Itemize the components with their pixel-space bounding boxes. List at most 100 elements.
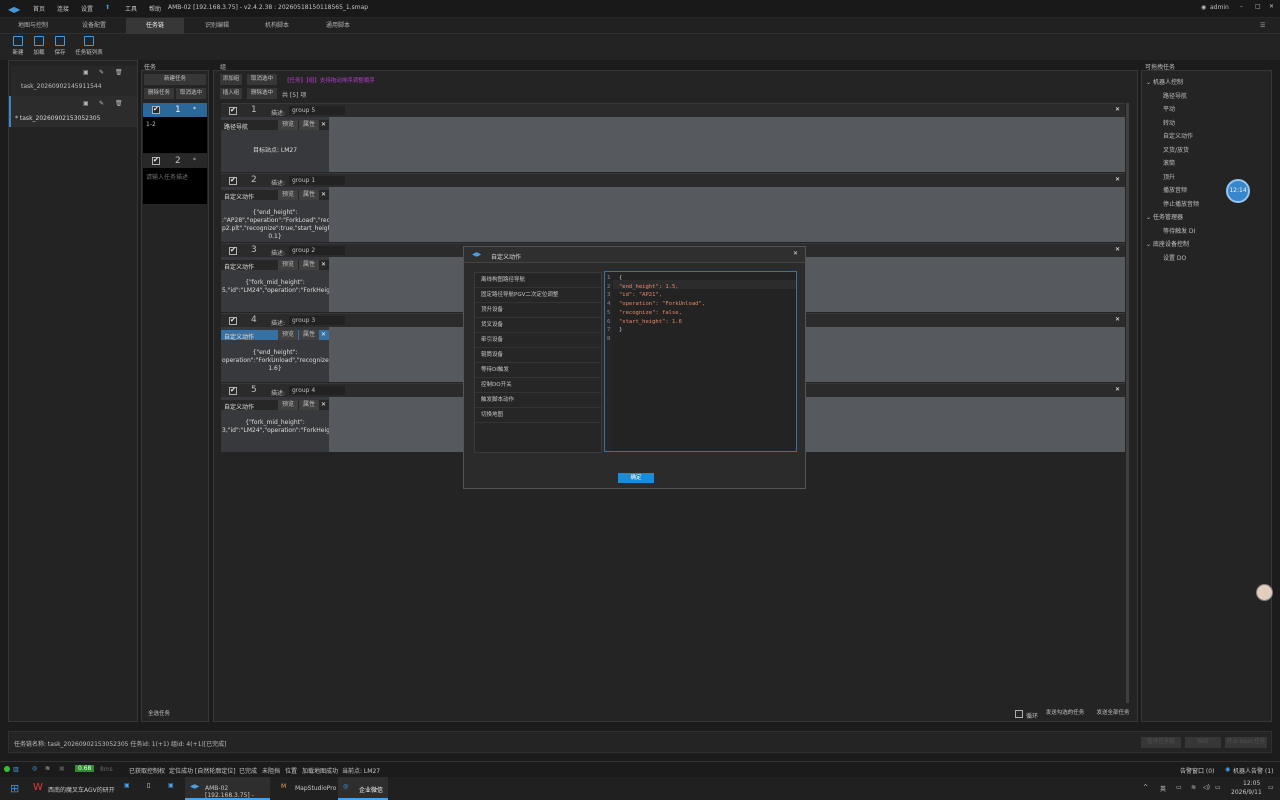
action-card[interactable]: 路径导航 预览 属性 ✕ 目标站点: LM27: [221, 117, 329, 172]
action-type-item[interactable]: 等待DI触发: [475, 363, 601, 378]
taskbar-app-wps[interactable]: 西南的魔叉车AGV的研开: [48, 785, 115, 794]
tree-section[interactable]: ⌄ 任务管理器: [1146, 212, 1183, 221]
group-checkbox[interactable]: [229, 176, 237, 185]
group-desc-input[interactable]: group 3: [289, 316, 345, 325]
wifi-tray-icon[interactable]: ≋: [1191, 784, 1196, 791]
draggable-task-item[interactable]: 播放音频: [1163, 185, 1187, 194]
draggable-task-item[interactable]: 自定义动作: [1163, 131, 1193, 140]
action-type-item[interactable]: 固定路径导航PGV二次定位调整: [475, 288, 601, 303]
preview-button[interactable]: 预览: [278, 330, 298, 340]
group-desc-input[interactable]: group 4: [289, 386, 345, 395]
export-icon[interactable]: ▣: [83, 69, 89, 76]
file-icon[interactable]: ▯: [147, 782, 150, 789]
dialog-close-icon[interactable]: ✕: [793, 250, 798, 257]
groups-scrollbar[interactable]: [1126, 103, 1129, 703]
group-header[interactable]: 2 描述:group 1 ✕: [221, 173, 1125, 187]
attributes-button[interactable]: 属性: [299, 260, 319, 270]
robot-alarm-button[interactable]: 机器人告警 (1): [1233, 766, 1273, 775]
select-all-tasks-button[interactable]: 全选任务: [144, 709, 174, 720]
windows-start-icon[interactable]: ⊞: [10, 782, 19, 795]
action-type-item[interactable]: 离线构图路径导航: [475, 273, 601, 288]
card-close-icon[interactable]: ✕: [321, 121, 326, 128]
tab-mechanism-script[interactable]: 机构脚本: [252, 18, 302, 34]
menu-settings[interactable]: 设置: [81, 4, 93, 13]
close-icon[interactable]: ✕: [1269, 3, 1274, 10]
cancel-select-group-button[interactable]: 取消选中: [247, 74, 277, 85]
draggable-task-item[interactable]: 停止播放音频: [1163, 199, 1199, 208]
edit-icon[interactable]: ✎: [99, 69, 104, 76]
menu-tools[interactable]: 工具: [125, 4, 137, 13]
menu-help[interactable]: 帮助: [149, 4, 161, 13]
action-type-item[interactable]: 牵引设备: [475, 333, 601, 348]
insert-group-button[interactable]: 插入组: [220, 88, 242, 99]
action-card[interactable]: 自定义动作 预览 属性 ✕ {"end_height": :"AP28","operat…: [221, 187, 329, 242]
load-button[interactable]: 加载: [29, 36, 49, 56]
action-type-item[interactable]: 触发脚本动作: [475, 393, 601, 408]
assistant-avatar[interactable]: [1256, 584, 1273, 601]
group-header[interactable]: 1 描述:group 5 ✕: [221, 103, 1125, 117]
card-close-icon[interactable]: ✕: [321, 401, 326, 408]
group-close-icon[interactable]: ✕: [1115, 246, 1120, 253]
group-checkbox[interactable]: [229, 106, 237, 115]
draggable-task-item[interactable]: 滚筒: [1163, 158, 1175, 167]
clock-date[interactable]: 2026/9/11: [1231, 789, 1262, 796]
task-card-1[interactable]: 1 * 1-2: [143, 103, 207, 153]
upload-icon[interactable]: ⬆: [105, 4, 110, 11]
card-close-icon[interactable]: ✕: [321, 331, 326, 338]
send-all-button[interactable]: 发送全部任务: [1092, 708, 1134, 719]
task-checkbox[interactable]: [152, 156, 160, 165]
task-chain-list-button[interactable]: 任务链列表: [73, 36, 105, 56]
group-close-icon[interactable]: ✕: [1115, 386, 1120, 393]
group-checkbox[interactable]: [229, 246, 237, 255]
action-type-item[interactable]: 辊筒设备: [475, 348, 601, 363]
action-card[interactable]: 自定义动作 预览 属性 ✕ {"fork_mid_height": 3,"id":"LM…: [221, 397, 329, 452]
user-name[interactable]: admin: [1210, 4, 1229, 11]
action-card[interactable]: 自定义动作 预览 属性 ✕ {"fork_mid_height": 5,"id":"LM…: [221, 257, 329, 312]
app-icon-1[interactable]: ▣: [124, 782, 130, 789]
cancel-select-button[interactable]: 取消选中: [176, 88, 206, 99]
task-description[interactable]: 1-2: [146, 121, 156, 128]
draggable-task-item[interactable]: 转动: [1163, 118, 1175, 127]
attributes-button[interactable]: 属性: [299, 330, 319, 340]
attributes-button[interactable]: 属性: [299, 400, 319, 410]
tab-map-control[interactable]: 地图与控制: [8, 18, 58, 34]
add-group-button[interactable]: 添加组: [220, 74, 242, 85]
card-close-icon[interactable]: ✕: [321, 261, 326, 268]
action-type-item[interactable]: 顶升设备: [475, 303, 601, 318]
action-card[interactable]: 自定义动作 预览 属性 ✕ {"end_height": operation":"For…: [221, 327, 329, 382]
tab-device-config[interactable]: 设备配置: [68, 18, 120, 34]
card-close-icon[interactable]: ✕: [321, 191, 326, 198]
loop-checkbox[interactable]: [1015, 710, 1023, 718]
tab-general-script[interactable]: 通用脚本: [312, 18, 364, 34]
tree-section[interactable]: ⌄ 底座设备控制: [1146, 239, 1189, 248]
continue-button[interactable]: 继续: [1185, 737, 1221, 748]
task-description[interactable]: 请输入任务描述: [146, 172, 188, 181]
save-button[interactable]: 保存: [50, 36, 70, 56]
delete-selected-button[interactable]: 删除选中: [247, 88, 277, 99]
app-icon-2[interactable]: ▣: [168, 782, 174, 789]
task-chain-item[interactable]: ▣ ✎ 🗑 task_20260902145911544: [11, 66, 137, 96]
tray-icon-1[interactable]: ▭: [1176, 784, 1182, 791]
group-desc-input[interactable]: group 5: [289, 106, 345, 115]
group-close-icon[interactable]: ✕: [1115, 316, 1120, 323]
send-selected-button[interactable]: 发送勾选的任务: [1042, 708, 1088, 719]
clock-time[interactable]: 12:05: [1243, 780, 1260, 787]
attributes-button[interactable]: 属性: [299, 190, 319, 200]
json-editor[interactable]: 1 {2 "end_height": 1.5, 3 "id": "AP21", 4 "…: [604, 271, 797, 452]
delete-icon[interactable]: 🗑: [115, 100, 123, 107]
maximize-icon[interactable]: □: [1255, 3, 1261, 10]
task-chain-item-selected[interactable]: ▣ ✎ 🗑 * task_20260902153052305: [9, 96, 137, 127]
tray-chevron-icon[interactable]: ^: [1143, 784, 1148, 791]
confirm-button[interactable]: 确定: [618, 473, 654, 483]
group-close-icon[interactable]: ✕: [1115, 106, 1120, 113]
draggable-task-item[interactable]: 等待触发 DI: [1163, 226, 1195, 235]
action-type-item[interactable]: 货叉设备: [475, 318, 601, 333]
draggable-task-item[interactable]: 顶升: [1163, 172, 1175, 181]
preview-button[interactable]: 预览: [278, 260, 298, 270]
group-close-icon[interactable]: ✕: [1115, 176, 1120, 183]
group-checkbox[interactable]: [229, 386, 237, 395]
draggable-task-item[interactable]: 平动: [1163, 104, 1175, 113]
task-card-2[interactable]: 2 * 请输入任务描述: [143, 154, 207, 204]
group-desc-input[interactable]: group 2: [289, 246, 345, 255]
export-icon[interactable]: ▣: [83, 100, 89, 107]
